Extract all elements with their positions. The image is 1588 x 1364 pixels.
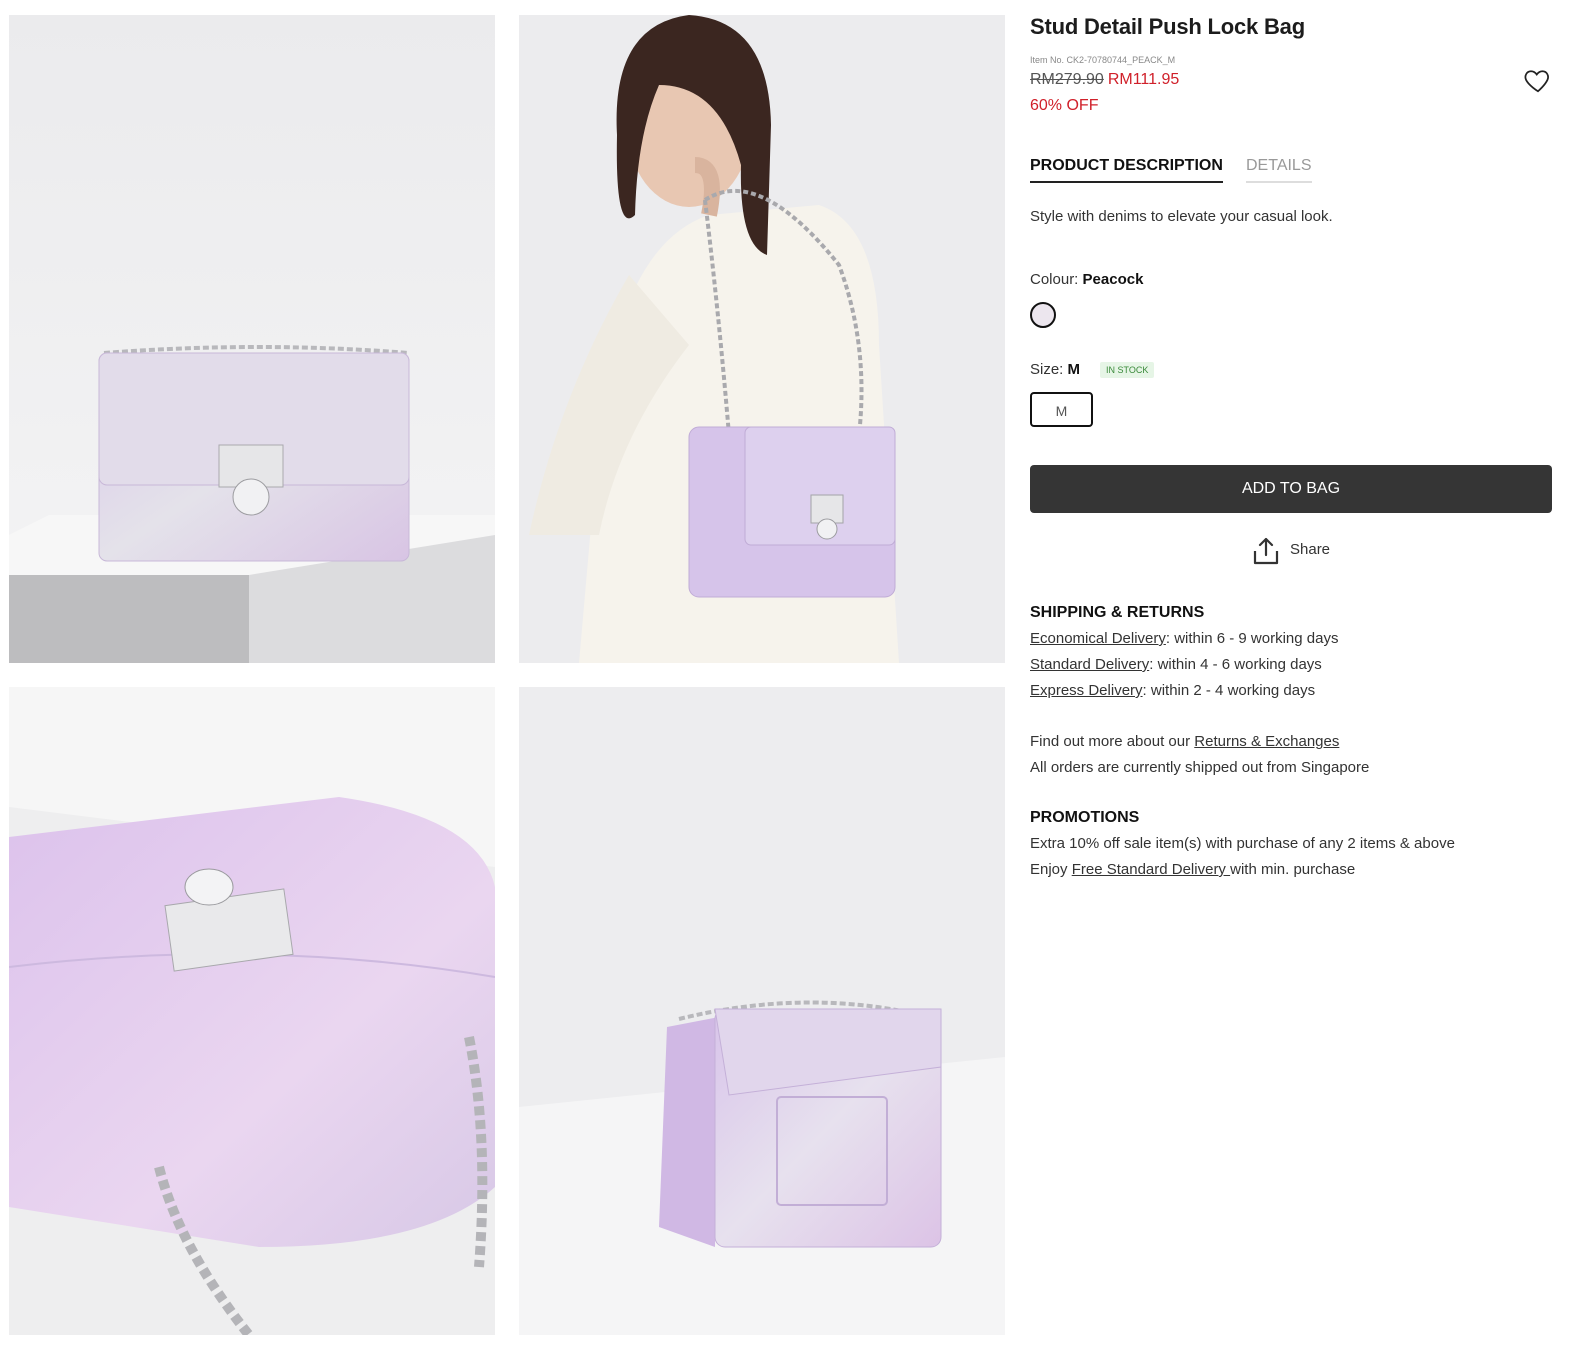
discount-label: 60% OFF bbox=[1030, 97, 1099, 114]
express-delivery-text: : within 2 - 4 working days bbox=[1142, 682, 1316, 699]
sale-price: RM111.95 bbox=[1107, 71, 1180, 88]
size-value: M bbox=[1067, 361, 1081, 378]
product-description: Style with denims to elevate your casual… bbox=[1030, 208, 1333, 225]
returns-line: Find out more about our Returns & Exchan… bbox=[1030, 733, 1339, 750]
returns-prefix: Find out more about our bbox=[1030, 733, 1195, 750]
shipping-heading: SHIPPING & RETURNS bbox=[1030, 604, 1205, 621]
stock-badge: IN STOCK bbox=[1100, 362, 1155, 378]
colour-label-text: Colour: bbox=[1030, 271, 1079, 288]
tab-product-description[interactable]: PRODUCT DESCRIPTION bbox=[1030, 157, 1223, 183]
economical-delivery-link[interactable]: Economical Delivery bbox=[1030, 630, 1166, 647]
add-to-bag-button[interactable]: ADD TO BAG bbox=[1030, 465, 1552, 513]
product-image-back[interactable] bbox=[519, 687, 1005, 1335]
promotions-heading: PROMOTIONS bbox=[1030, 809, 1140, 826]
size-label: Size: M bbox=[1030, 361, 1080, 378]
size-option-m[interactable]: M bbox=[1030, 392, 1093, 427]
product-image-front[interactable] bbox=[9, 15, 495, 663]
product-info-panel: Stud Detail Push Lock Bag Item No. CK2-7… bbox=[1030, 0, 1560, 1364]
price-row: RM279.90 RM111.95 bbox=[1030, 71, 1179, 89]
standard-delivery-text: : within 4 - 6 working days bbox=[1149, 656, 1322, 673]
shipping-economical: Economical Delivery: within 6 - 9 workin… bbox=[1030, 630, 1338, 647]
promotion-line-2-prefix: Enjoy bbox=[1030, 861, 1072, 878]
product-image-model[interactable] bbox=[519, 15, 1005, 663]
free-standard-delivery-link[interactable]: Free Standard Delivery bbox=[1072, 861, 1230, 878]
shipping-express: Express Delivery: within 2 - 4 working d… bbox=[1030, 682, 1315, 699]
product-gallery bbox=[0, 0, 1030, 1364]
colour-value: Peacock bbox=[1082, 271, 1144, 288]
original-price: RM279.90 bbox=[1030, 71, 1104, 88]
shipped-from-line: All orders are currently shipped out fro… bbox=[1030, 759, 1370, 776]
product-title: Stud Detail Push Lock Bag bbox=[1030, 14, 1305, 39]
shipping-standard: Standard Delivery: within 4 - 6 working … bbox=[1030, 656, 1322, 673]
promotion-line-2: Enjoy Free Standard Delivery with min. p… bbox=[1030, 861, 1355, 878]
tab-details[interactable]: DETAILS bbox=[1246, 157, 1312, 183]
item-number: Item No. CK2-70780744_PEACK_M bbox=[1030, 55, 1176, 65]
promotion-line-2-suffix: with min. purchase bbox=[1230, 861, 1356, 878]
promotion-line-1: Extra 10% off sale item(s) with purchase… bbox=[1030, 835, 1455, 852]
economical-delivery-text: : within 6 - 9 working days bbox=[1165, 630, 1339, 647]
colour-swatch-peacock[interactable] bbox=[1030, 302, 1056, 328]
size-label-text: Size: bbox=[1030, 361, 1064, 378]
product-image-closeup[interactable] bbox=[9, 687, 495, 1335]
express-delivery-link[interactable]: Express Delivery bbox=[1030, 682, 1143, 699]
wishlist-button[interactable] bbox=[1523, 65, 1553, 95]
returns-exchanges-link[interactable]: Returns & Exchanges bbox=[1194, 733, 1339, 750]
share-icon bbox=[1253, 537, 1279, 565]
colour-label: Colour: Peacock bbox=[1030, 271, 1143, 288]
heart-icon bbox=[1524, 70, 1549, 93]
standard-delivery-link[interactable]: Standard Delivery bbox=[1030, 656, 1149, 673]
share-label: Share bbox=[1290, 541, 1331, 558]
